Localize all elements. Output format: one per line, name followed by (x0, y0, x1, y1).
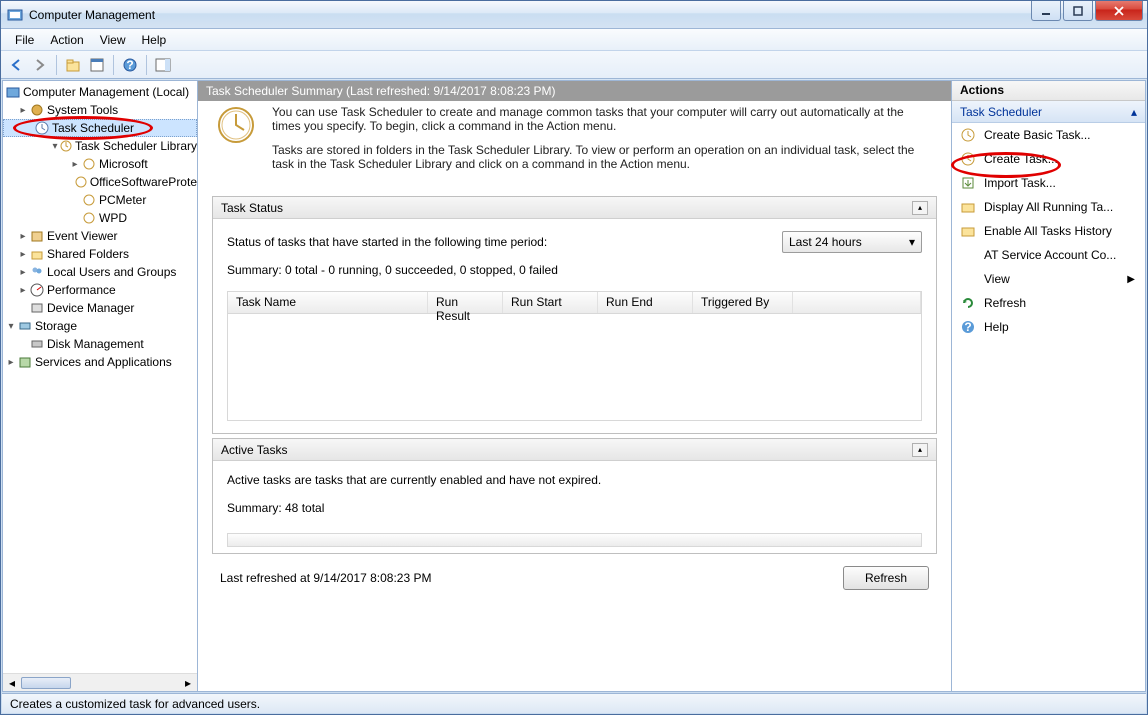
toolbar: ? (1, 51, 1147, 79)
intro-panel: You can use Task Scheduler to create and… (206, 101, 943, 192)
col-run-start[interactable]: Run Start (503, 292, 598, 313)
tree-wpd[interactable]: WPD (3, 209, 197, 227)
tree-root[interactable]: Computer Management (Local) (3, 83, 197, 101)
action-at-service[interactable]: AT Service Account Co... (952, 243, 1145, 267)
last-refreshed-label: Last refreshed at 9/14/2017 8:08:23 PM (220, 571, 431, 585)
tree-office[interactable]: OfficeSoftwareProte (3, 173, 197, 191)
folder-icon (960, 223, 976, 239)
chevron-right-icon: ▶ (1127, 274, 1135, 285)
maximize-button[interactable] (1063, 1, 1093, 21)
svg-text:?: ? (964, 320, 971, 334)
show-hide-button[interactable] (152, 54, 174, 76)
actions-header: Actions (952, 81, 1145, 101)
clock-icon (960, 151, 976, 167)
clock-icon (960, 127, 976, 143)
tree-local-users[interactable]: ▸Local Users and Groups (3, 263, 197, 281)
tree-disk-management[interactable]: Disk Management (3, 335, 197, 353)
forward-button[interactable] (29, 54, 51, 76)
summary-line: Summary: 0 total - 0 running, 0 succeede… (227, 263, 922, 277)
col-run-result[interactable]: Run Result (428, 292, 503, 313)
action-import-task[interactable]: Import Task... (952, 171, 1145, 195)
intro-text-2: Tasks are stored in folders in the Task … (272, 143, 933, 171)
status-table: Task Name Run Result Run Start Run End T… (227, 291, 922, 421)
blank-icon (960, 271, 976, 287)
tree-horizontal-scrollbar[interactable]: ◂▸ (3, 673, 197, 691)
clock-icon (216, 105, 256, 145)
menu-view[interactable]: View (92, 31, 134, 49)
action-create-task[interactable]: Create Task... (952, 147, 1145, 171)
chevron-down-icon: ▾ (909, 235, 915, 249)
action-enable-history[interactable]: Enable All Tasks History (952, 219, 1145, 243)
properties-button[interactable] (86, 54, 108, 76)
tree-event-viewer[interactable]: ▸Event Viewer (3, 227, 197, 245)
blank-icon (960, 247, 976, 263)
active-tasks-desc: Active tasks are tasks that are currentl… (227, 473, 922, 487)
tree-task-scheduler[interactable]: Task Scheduler (3, 119, 197, 137)
status-text: Creates a customized task for advanced u… (10, 697, 260, 711)
close-button[interactable] (1095, 1, 1143, 21)
back-button[interactable] (5, 54, 27, 76)
task-status-title: Task Status (221, 201, 283, 215)
svg-text:?: ? (126, 58, 133, 72)
titlebar[interactable]: Computer Management (1, 1, 1147, 29)
action-display-running[interactable]: Display All Running Ta... (952, 195, 1145, 219)
tree-pane: Computer Management (Local) ▸System Tool… (2, 80, 198, 692)
folder-icon (960, 199, 976, 215)
period-combo[interactable]: Last 24 hours ▾ (782, 231, 922, 253)
import-icon (960, 175, 976, 191)
window-frame: Computer Management File Action View Hel… (0, 0, 1148, 715)
help-icon: ? (960, 319, 976, 335)
collapse-active-tasks[interactable]: ▴ (912, 443, 928, 457)
col-task-name[interactable]: Task Name (228, 292, 428, 313)
active-tasks-title: Active Tasks (221, 443, 287, 457)
actions-group-label: Task Scheduler (960, 105, 1042, 119)
statusbar: Creates a customized task for advanced u… (2, 693, 1146, 713)
collapse-icon: ▴ (1131, 105, 1137, 119)
tree-device-manager[interactable]: Device Manager (3, 299, 197, 317)
help-button[interactable]: ? (119, 54, 141, 76)
tree-ts-library[interactable]: ▾Task Scheduler Library (3, 137, 197, 155)
status-label: Status of tasks that have started in the… (227, 235, 547, 249)
action-create-basic-task[interactable]: Create Basic Task... (952, 123, 1145, 147)
menu-action[interactable]: Action (42, 31, 91, 49)
action-help[interactable]: ?Help (952, 315, 1145, 339)
active-tasks-section: Active Tasks ▴ Active tasks are tasks th… (212, 438, 937, 554)
actions-pane: Actions Task Scheduler ▴ Create Basic Ta… (952, 80, 1146, 692)
action-view[interactable]: View▶ (952, 267, 1145, 291)
tree-services-apps[interactable]: ▸Services and Applications (3, 353, 197, 371)
action-refresh[interactable]: Refresh (952, 291, 1145, 315)
tree-storage[interactable]: ▾Storage (3, 317, 197, 335)
menu-file[interactable]: File (7, 31, 42, 49)
tree-system-tools[interactable]: ▸System Tools (3, 101, 197, 119)
minimize-button[interactable] (1031, 1, 1061, 21)
col-triggered-by[interactable]: Triggered By (693, 292, 793, 313)
center-pane: Task Scheduler Summary (Last refreshed: … (198, 80, 952, 692)
tree-shared-folders[interactable]: ▸Shared Folders (3, 245, 197, 263)
period-value: Last 24 hours (789, 235, 862, 249)
menu-help[interactable]: Help (134, 31, 175, 49)
refresh-icon (960, 295, 976, 311)
center-header: Task Scheduler Summary (Last refreshed: … (198, 81, 951, 101)
app-icon (7, 7, 23, 23)
tree-pcmeter[interactable]: PCMeter (3, 191, 197, 209)
col-run-end[interactable]: Run End (598, 292, 693, 313)
up-button[interactable] (62, 54, 84, 76)
window-title: Computer Management (29, 8, 155, 22)
task-status-section: Task Status ▴ Status of tasks that have … (212, 196, 937, 434)
collapse-task-status[interactable]: ▴ (912, 201, 928, 215)
actions-group-header[interactable]: Task Scheduler ▴ (952, 101, 1145, 123)
tree-microsoft[interactable]: ▸Microsoft (3, 155, 197, 173)
refresh-button[interactable]: Refresh (843, 566, 929, 590)
intro-text-1: You can use Task Scheduler to create and… (272, 105, 933, 133)
menubar: File Action View Help (1, 29, 1147, 51)
tree-performance[interactable]: ▸Performance (3, 281, 197, 299)
active-tasks-summary: Summary: 48 total (227, 501, 922, 515)
